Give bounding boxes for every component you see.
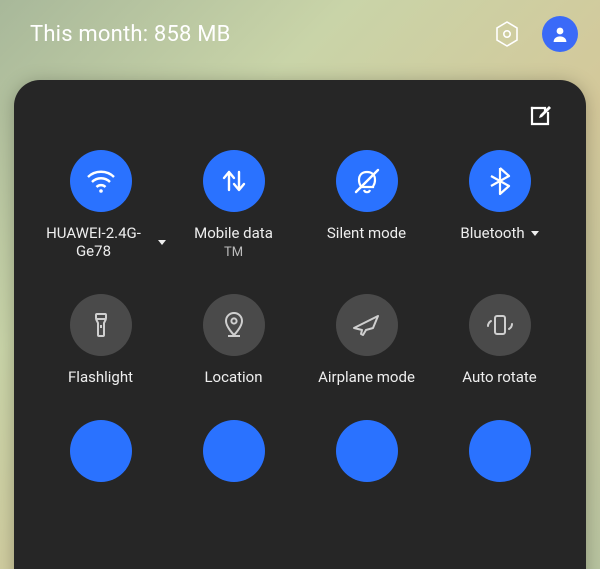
tile-auto-rotate: Auto rotate: [433, 294, 566, 386]
flashlight-toggle[interactable]: [70, 294, 132, 356]
tile-bluetooth: Bluetooth: [433, 150, 566, 260]
tile-flashlight: Flashlight: [34, 294, 167, 386]
auto-rotate-label: Auto rotate: [462, 368, 536, 386]
person-icon: [550, 24, 570, 44]
tile-row3-3: [300, 420, 433, 494]
airplane-mode-toggle[interactable]: [336, 294, 398, 356]
location-pin-icon: [218, 309, 250, 341]
mobile-data-icon: [217, 164, 251, 198]
bluetooth-icon: [483, 164, 517, 198]
profile-avatar-button[interactable]: [542, 16, 578, 52]
tile-row3-1: [34, 420, 167, 494]
mobile-data-sublabel: TM: [224, 245, 243, 260]
tile-location: Location: [167, 294, 300, 386]
mobile-data-label: Mobile data: [194, 224, 273, 242]
wifi-label[interactable]: HUAWEI-2.4G-Ge78: [36, 224, 166, 260]
wifi-label-text: HUAWEI-2.4G-Ge78: [36, 224, 152, 260]
chevron-down-icon: [531, 231, 539, 236]
auto-rotate-toggle[interactable]: [469, 294, 531, 356]
silent-mode-toggle[interactable]: [336, 150, 398, 212]
location-label: Location: [204, 368, 262, 386]
bluetooth-toggle[interactable]: [469, 150, 531, 212]
data-usage-title: This month: 858 MB: [30, 22, 492, 47]
flashlight-icon: [85, 309, 117, 341]
airplane-icon: [350, 308, 384, 342]
row3-toggle-2[interactable]: [203, 420, 265, 482]
row3-toggle-3[interactable]: [336, 420, 398, 482]
auto-rotate-icon: [483, 308, 517, 342]
quick-settings-grid: HUAWEI-2.4G-Ge78 Mobile data TM: [34, 150, 566, 494]
tile-airplane-mode: Airplane mode: [300, 294, 433, 386]
tile-silent-mode: Silent mode: [300, 150, 433, 260]
row3-toggle-1[interactable]: [70, 420, 132, 482]
wifi-icon: [83, 163, 119, 199]
bluetooth-label[interactable]: Bluetooth: [460, 224, 538, 242]
edit-tiles-button[interactable]: [526, 102, 554, 130]
bluetooth-label-text: Bluetooth: [460, 224, 524, 242]
edit-icon: [527, 103, 553, 129]
flashlight-label: Flashlight: [68, 368, 133, 386]
tile-row3-2: [167, 420, 300, 494]
hexagon-settings-icon: [493, 20, 521, 48]
quick-settings-panel: HUAWEI-2.4G-Ge78 Mobile data TM: [14, 80, 586, 569]
mobile-data-toggle[interactable]: [203, 150, 265, 212]
tile-wifi: HUAWEI-2.4G-Ge78: [34, 150, 167, 260]
silent-mode-label: Silent mode: [327, 224, 406, 242]
bell-off-icon: [350, 164, 384, 198]
wifi-toggle[interactable]: [70, 150, 132, 212]
airplane-mode-label: Airplane mode: [318, 368, 415, 386]
location-toggle[interactable]: [203, 294, 265, 356]
tile-row3-4: [433, 420, 566, 494]
tile-mobile-data: Mobile data TM: [167, 150, 300, 260]
settings-hex-icon[interactable]: [492, 19, 522, 49]
panel-toolbar: [34, 98, 566, 150]
chevron-down-icon: [158, 240, 166, 245]
status-bar: This month: 858 MB: [0, 0, 600, 68]
row3-toggle-4[interactable]: [469, 420, 531, 482]
